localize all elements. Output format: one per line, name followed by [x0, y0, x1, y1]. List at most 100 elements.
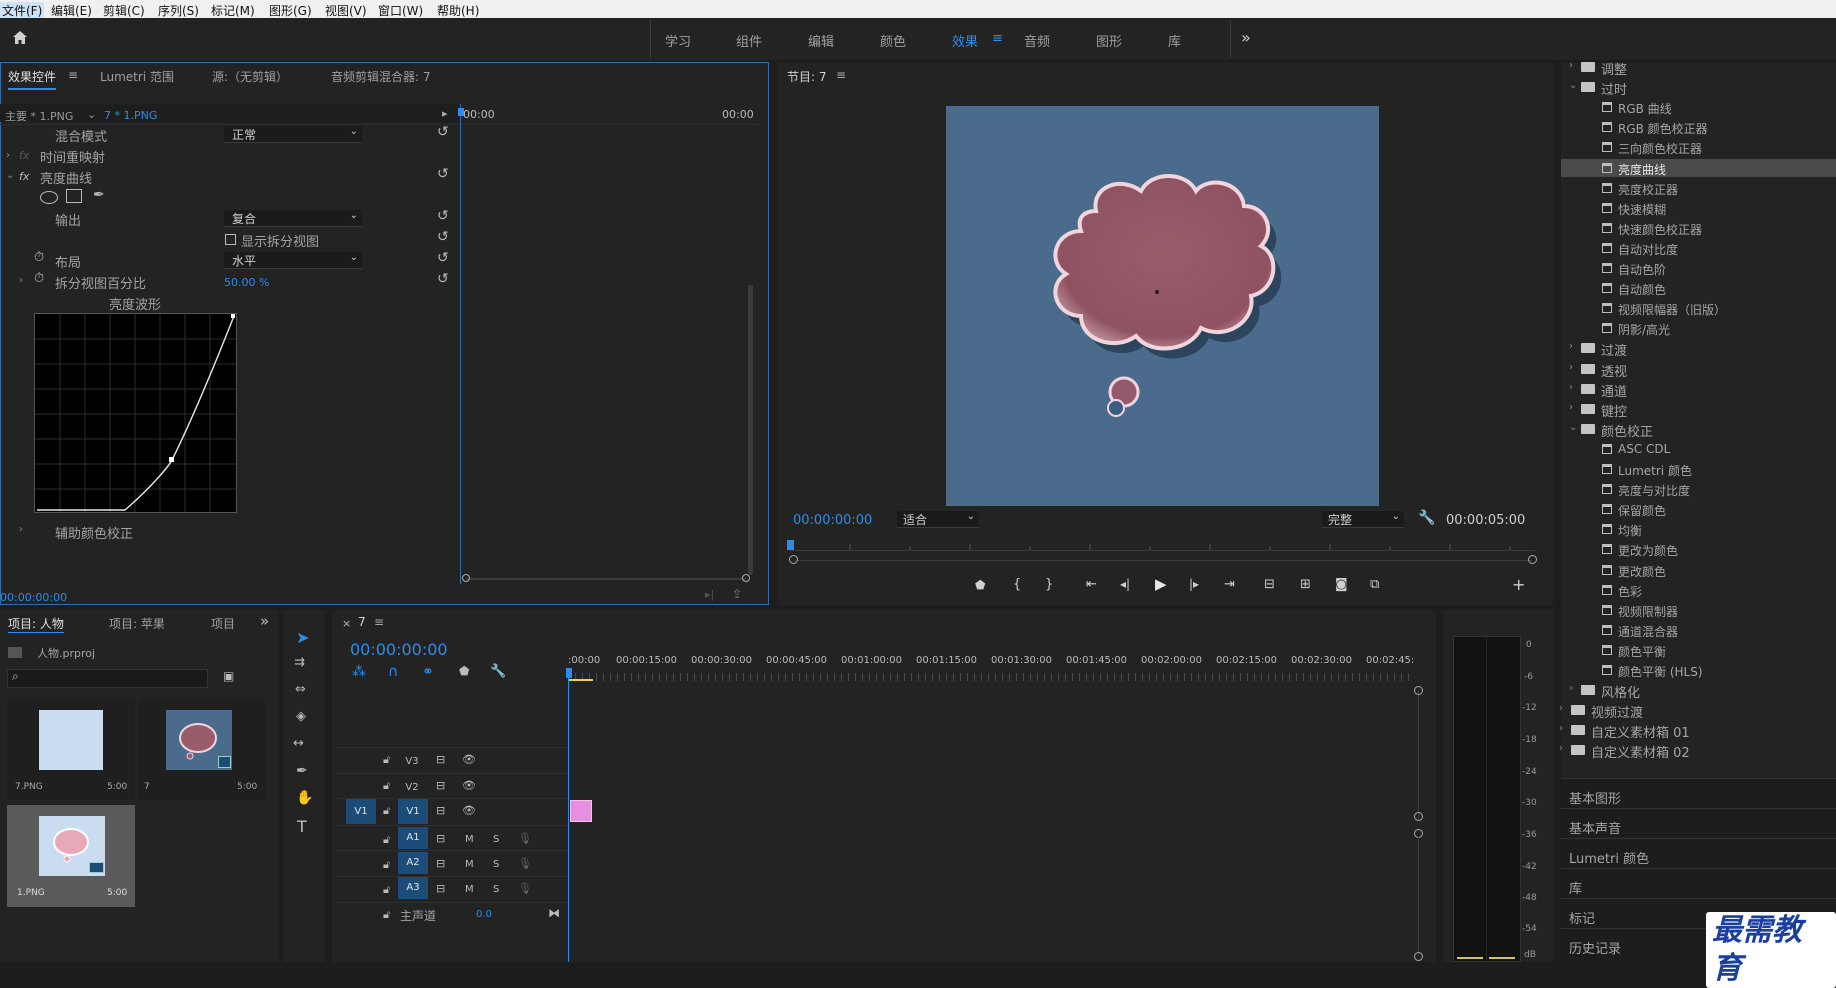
menu-graphics[interactable]: 图形(G) [269, 2, 312, 19]
panel-menu-icon[interactable]: ≡ [836, 68, 846, 82]
lock-icon[interactable]: 🔓︎ [383, 779, 390, 793]
effect-item[interactable]: 亮度曲线 [1561, 158, 1836, 177]
linked-selection-icon[interactable]: ⚭ [422, 664, 434, 680]
timeline-v-scrollbar[interactable] [1418, 690, 1419, 820]
timeline-timecode[interactable]: 00:00:00:00 [350, 640, 448, 659]
menu-help[interactable]: 帮助(H) [437, 2, 479, 19]
ripple-edit-tool-icon[interactable]: ⇔ [295, 682, 306, 697]
menu-view[interactable]: 视图(V) [325, 2, 367, 19]
panel-menu-icon[interactable]: ≡ [374, 615, 384, 629]
effect-item[interactable]: RGB 曲线 [1561, 98, 1836, 116]
panel-menu-icon[interactable]: ≡ [68, 68, 78, 82]
go-to-end-icon[interactable]: ⧓ [548, 906, 560, 920]
project-search-input[interactable] [7, 669, 208, 688]
expand-chevron-icon[interactable]: › [1559, 723, 1563, 734]
menu-sequence[interactable]: 序列(S) [158, 2, 199, 19]
effect-item[interactable]: Lumetri 颜色 [1561, 460, 1836, 478]
tab-project-apple[interactable]: 项目: 苹果 [109, 615, 165, 632]
effect-folder[interactable]: › 过渡 [1561, 339, 1836, 359]
project-item[interactable]: 7.PNG 5:00 [7, 700, 135, 800]
lift-icon[interactable]: ⊟ [1264, 577, 1275, 592]
panel-markers[interactable]: 标记 [1569, 908, 1595, 927]
video-frame[interactable] [946, 106, 1379, 506]
home-icon[interactable] [12, 30, 28, 49]
layout-dropdown[interactable]: 水平 ⌄ [224, 252, 362, 269]
reset-icon[interactable]: ↺ [437, 250, 449, 266]
effect-item[interactable]: 快速模糊 [1561, 199, 1836, 217]
workspace-assembly[interactable]: 组件 [736, 31, 762, 50]
rectangle-mask-icon[interactable] [66, 189, 82, 203]
blend-mode-dropdown[interactable]: 正常 ⌄ [224, 126, 362, 143]
microphone-icon[interactable]: 🎙︎ [518, 832, 532, 845]
effect-item[interactable]: 自动色阶 [1561, 259, 1836, 277]
effect-item[interactable]: RGB 颜色校正器 [1561, 118, 1836, 136]
razor-tool-icon[interactable]: ◈ [296, 709, 306, 724]
track-label[interactable]: V2 [402, 782, 422, 793]
button-editor-icon[interactable]: + [1512, 575, 1525, 594]
panel-essential-sound[interactable]: 基本声音 [1569, 818, 1621, 837]
tab-lumetri-scopes[interactable]: Lumetri 范围 [100, 68, 174, 85]
track-select-tool-icon[interactable]: ⇉ [294, 655, 305, 670]
workspace-color[interactable]: 颜色 [880, 31, 906, 50]
project-item[interactable]: 7 5:00 [138, 700, 266, 800]
menu-marker[interactable]: 标记(M) [211, 2, 255, 19]
mute-button[interactable]: M [465, 834, 474, 845]
zoom-handle-right[interactable] [742, 574, 750, 582]
lock-icon[interactable]: 🔓︎ [383, 883, 390, 897]
workspace-graphics[interactable]: 图形 [1096, 31, 1122, 50]
menu-clip[interactable]: 剪辑(C) [103, 2, 145, 19]
menu-window[interactable]: 窗口(W) [378, 2, 423, 19]
show-split-checkbox[interactable] [225, 234, 236, 245]
collapse-chevron-icon[interactable]: ⌄ [1569, 80, 1577, 91]
effect-item[interactable]: 阴影/高光 [1561, 319, 1836, 337]
split-pct-value[interactable]: 50.00 % [224, 276, 269, 289]
effect-item[interactable]: 颜色平衡 (HLS) [1561, 661, 1836, 679]
ec-scrollbar[interactable] [748, 285, 753, 575]
source-patch-v1[interactable]: V1 [346, 799, 376, 824]
effect-folder[interactable]: › 通道 [1561, 380, 1836, 400]
reset-icon[interactable]: ↺ [437, 229, 449, 245]
panel-libraries[interactable]: 库 [1569, 878, 1582, 897]
effect-folder[interactable]: › 自定义素材箱 01 [1559, 721, 1836, 741]
lock-icon[interactable]: 🔓︎ [383, 908, 390, 922]
effect-item[interactable]: 快速颜色校正器 [1561, 219, 1836, 237]
expand-chevron-icon[interactable]: › [1569, 60, 1573, 71]
sync-lock-icon[interactable]: ⊟ [436, 804, 445, 817]
step-forward-icon[interactable]: |▸ [1189, 577, 1199, 591]
comparison-view-icon[interactable]: ⧉ [1370, 577, 1379, 592]
project-item-selected[interactable]: 1.PNG 5:00 [7, 805, 135, 907]
solo-button[interactable]: S [493, 834, 499, 845]
program-playhead[interactable] [787, 540, 794, 550]
sync-lock-icon[interactable]: ⊟ [436, 832, 445, 845]
workspace-editing[interactable]: 编辑 [808, 31, 834, 50]
workspace-effects[interactable]: 效果 [952, 31, 978, 50]
new-bin-from-search-icon[interactable]: ▣ [223, 669, 234, 683]
video-clip[interactable] [570, 800, 592, 822]
timeline-ruler[interactable]: :00:00 00:00:15:00 00:00:30:00 00:00:45:… [568, 655, 1418, 682]
effect-folder[interactable]: › 视频过渡 [1559, 701, 1836, 721]
expand-chevron-icon[interactable]: › [1559, 703, 1563, 714]
effect-folder[interactable]: ⌄ 颜色校正 [1561, 420, 1836, 440]
go-to-in-icon[interactable]: ⇤ [1086, 577, 1097, 592]
type-tool-icon[interactable]: T [297, 817, 307, 836]
slip-tool-icon[interactable]: ↔ [293, 736, 304, 751]
effect-item[interactable]: 更改为颜色 [1561, 540, 1836, 558]
effect-folder[interactable]: › 风格化 [1561, 681, 1836, 701]
track-label-v1[interactable]: V1 [398, 799, 428, 824]
add-marker-icon[interactable]: ⬟ [975, 578, 985, 592]
play-icon[interactable]: ▶ [1155, 575, 1167, 593]
selection-tool-icon[interactable]: ➤ [296, 628, 309, 647]
output-dropdown[interactable]: 复合 ⌄ [224, 210, 362, 227]
effect-folder[interactable]: › 自定义素材箱 02 [1559, 741, 1836, 761]
ec-zoom-bar[interactable] [466, 578, 746, 580]
work-area-bar[interactable] [568, 679, 593, 681]
effect-item[interactable]: 视频限幅器（旧版） [1561, 299, 1836, 317]
expand-chevron-icon[interactable]: › [1569, 341, 1573, 352]
effect-folder[interactable]: › 键控 [1561, 400, 1836, 420]
zoom-handle-left[interactable] [462, 574, 470, 582]
program-title[interactable]: 节目: 7 [787, 68, 827, 85]
quality-dropdown[interactable]: 完整 ⌄ [1322, 511, 1404, 528]
menu-edit[interactable]: 编辑(E) [51, 2, 92, 19]
time-remap-label[interactable]: 时间重映射 [40, 147, 105, 166]
workspace-menu-icon[interactable]: ≡ [992, 31, 1003, 46]
